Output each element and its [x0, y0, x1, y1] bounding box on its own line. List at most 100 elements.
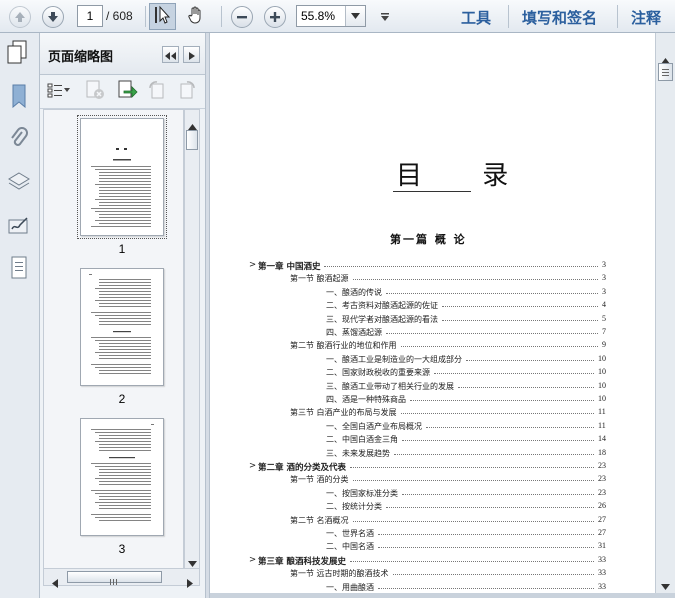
- scrollbar-thumb[interactable]: [658, 63, 673, 81]
- toc-leader: [458, 386, 594, 388]
- rotate-ccw-button[interactable]: [145, 81, 169, 103]
- thumbnail-page-2[interactable]: [80, 268, 164, 386]
- toc-page-number: 3: [602, 286, 606, 296]
- title-underline: [393, 191, 471, 192]
- thumbnail-horizontal-scrollbar[interactable]: [43, 568, 200, 588]
- layers-tab[interactable]: [6, 171, 32, 197]
- toc-text: 二、中国白酒金三角: [326, 434, 400, 446]
- panel-toolbar: [40, 75, 205, 109]
- toolbar-divider: [145, 6, 146, 27]
- scrollbar-thumb[interactable]: [186, 130, 198, 150]
- toc-page-number: 7: [602, 327, 606, 336]
- thumbnail-vertical-scrollbar[interactable]: [184, 109, 200, 575]
- signatures-tab[interactable]: [6, 215, 32, 241]
- next-page-button[interactable]: [39, 3, 66, 30]
- part-title: 第一篇 概 论: [390, 233, 467, 246]
- toc-chapter-row: > 第一章 中国酒史 3: [249, 260, 606, 273]
- options-icon: [47, 82, 71, 102]
- scroll-left-arrow-icon[interactable]: [52, 573, 58, 592]
- panel-title: 页面缩略图: [48, 50, 114, 65]
- scroll-down-arrow-icon[interactable]: [661, 575, 670, 594]
- thumbnail-page-3[interactable]: [80, 418, 164, 536]
- page-extract-icon: [116, 80, 138, 104]
- document-vertical-scrollbar[interactable]: [655, 33, 675, 593]
- page-number-input[interactable]: 1: [77, 5, 103, 27]
- toc-leader: [426, 426, 594, 428]
- toc-page-number: 23: [598, 461, 606, 470]
- fill-sign-button[interactable]: 填写和签名: [522, 7, 597, 28]
- more-tools-button[interactable]: [371, 3, 398, 30]
- attachments-tab[interactable]: [6, 127, 32, 154]
- toc-text: 四、酒是一种特殊商品: [326, 394, 408, 405]
- rotate-cw-button[interactable]: [175, 81, 199, 103]
- toc-section-row: 第二节 名酒概况 27: [290, 514, 606, 528]
- toc-text: 第二节 酿酒行业的地位和作用: [290, 340, 399, 352]
- toc-text: 二、考古资料对酿酒起源的佐证: [326, 300, 440, 312]
- delete-page-button[interactable]: [83, 80, 107, 103]
- toc-page-number: 11: [598, 420, 606, 430]
- zoom-in-button[interactable]: [261, 3, 288, 30]
- toc-page-number: 27: [598, 514, 606, 524]
- plus-icon: [263, 5, 286, 28]
- chapter-marker-icon: >: [249, 260, 257, 270]
- toc-leader: [378, 534, 594, 535]
- scroll-right-arrow-icon[interactable]: [187, 573, 193, 592]
- thumbnail-list[interactable]: 1 2 3: [43, 109, 184, 575]
- toc-text: 第三章 酿酒科技发展史: [258, 554, 348, 567]
- comment-button[interactable]: 注释: [631, 7, 661, 28]
- toc-leader: [378, 547, 594, 549]
- extract-page-button[interactable]: [115, 80, 139, 104]
- toc-leader: [442, 319, 598, 321]
- toc-item-row: 三、酿酒工业带动了相关行业的发展 10: [326, 380, 606, 394]
- toc-leader: [402, 440, 594, 442]
- toc-item-row: 三、未来发展趋势 18: [326, 447, 606, 461]
- toc-text: 三、未来发展趋势: [326, 447, 392, 459]
- document-view[interactable]: 目 录 第一篇 概 论 > 第一章 中国酒史 3 第一节 酿酒起源 3 一、酿酒的传说 3 二…: [210, 33, 655, 593]
- content-tab[interactable]: [6, 256, 32, 283]
- toc-text: 第一章 中国酒史: [258, 260, 323, 272]
- previous-page-button[interactable]: [6, 3, 33, 30]
- zoom-value: 55.8%: [301, 9, 336, 23]
- toc-leader: [393, 574, 594, 576]
- toc-text: 第一节 酿酒起源: [290, 273, 351, 285]
- select-tool-button[interactable]: [149, 3, 176, 30]
- thumbnail-page-1[interactable]: [77, 115, 167, 239]
- toc-leader: [353, 279, 598, 281]
- zoom-out-button[interactable]: [228, 3, 255, 30]
- toc-item-row: 二、中国白酒金三角 14: [326, 434, 606, 447]
- hand-tool-button[interactable]: [182, 3, 209, 30]
- toc-leader: [434, 373, 594, 375]
- layers-icon: [7, 171, 31, 197]
- thumbnail-label: 1: [118, 242, 126, 256]
- options-menu-button[interactable]: [45, 81, 73, 103]
- bookmarks-tab[interactable]: [6, 84, 32, 111]
- panel-header: 页面缩略图: [40, 33, 205, 75]
- tools-button[interactable]: 工具: [461, 7, 491, 28]
- toc-page-number: 33: [598, 554, 606, 564]
- toc-chapter-row: > 第二章 酒的分类及代表 23: [249, 461, 606, 474]
- cursor-icon: [154, 5, 172, 29]
- toolbar-divider: [617, 5, 618, 28]
- toc-item-row: 四、酒是一种特殊商品 10: [326, 394, 606, 407]
- toc-page-number: 23: [598, 474, 606, 484]
- toc-leader: [350, 467, 594, 468]
- page-thumbnails-tab[interactable]: [4, 40, 30, 67]
- arrow-down-icon: [41, 5, 64, 28]
- toc-page-number: 31: [598, 541, 606, 551]
- expand-panel-button[interactable]: [183, 46, 200, 63]
- toc-section-row: 第一节 远古时期的酿酒技术 33: [290, 568, 606, 581]
- chevron-down-icon[interactable]: [345, 6, 365, 26]
- overflow-arrow-icon: [380, 7, 389, 26]
- thumbnail-label: 2: [118, 392, 126, 406]
- minus-icon: [230, 5, 253, 28]
- horizontal-scrollbar-thumb[interactable]: [67, 571, 162, 585]
- toc-item-row: 二、中国名酒 31: [326, 541, 606, 554]
- toc-item-row: 二、按统计分类 26: [326, 501, 606, 514]
- toc-item-row: 四、蒸馏酒起源 7: [326, 327, 606, 340]
- toolbar-divider: [508, 5, 509, 28]
- toc-text: 三、现代学者对酿酒起源的看法: [326, 313, 440, 325]
- zoom-select[interactable]: 55.8%: [296, 5, 366, 27]
- collapse-panel-button[interactable]: [162, 46, 179, 63]
- toc-page-number: 3: [602, 273, 606, 283]
- toc-leader: [353, 520, 594, 522]
